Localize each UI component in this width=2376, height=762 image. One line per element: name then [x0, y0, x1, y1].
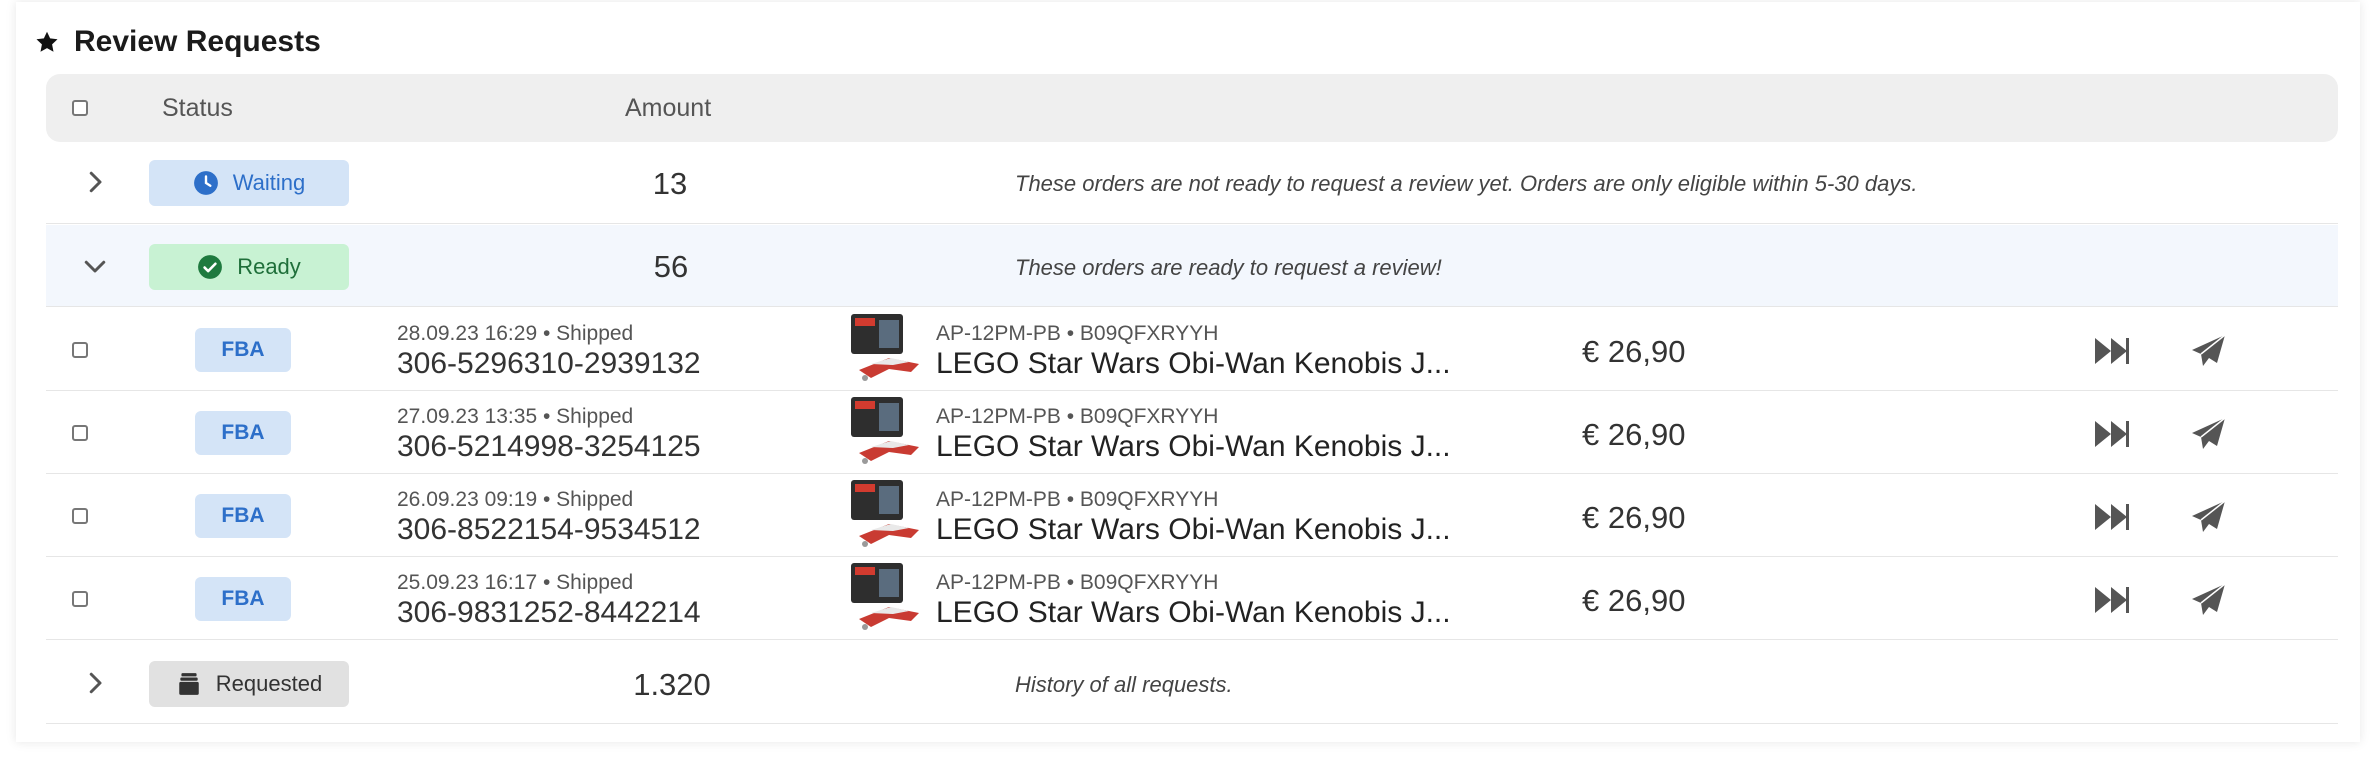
order-date: 27.09.23 13:35	[397, 405, 538, 428]
sku-asin: AP-12PM-PB • B09QFXRYYH	[936, 571, 1219, 594]
column-header-status: Status	[162, 94, 233, 122]
status-badge-ready: Ready	[149, 244, 349, 290]
price: € 26,90	[1582, 334, 1686, 369]
send-icon[interactable]	[2190, 334, 2228, 368]
product-thumbnail	[851, 563, 919, 630]
channel-badge: FBA	[195, 577, 291, 621]
chevron-right-icon[interactable]	[80, 668, 110, 698]
check-circle-icon	[198, 255, 223, 279]
archive-icon	[179, 673, 199, 695]
status-label-waiting: Waiting	[232, 170, 306, 195]
sku-asin: AP-12PM-PB • B09QFXRYYH	[936, 488, 1219, 511]
note-ready: These orders are ready to request a revi…	[1015, 255, 1442, 280]
status-label-requested: Requested	[215, 671, 323, 696]
row-checkbox[interactable]	[72, 508, 88, 524]
send-icon[interactable]	[2190, 500, 2228, 534]
order-date: 28.09.23 16:29	[397, 322, 538, 345]
channel-badge: FBA	[195, 328, 291, 372]
amount-waiting: 13	[652, 166, 688, 201]
order-state: • Shipped	[542, 488, 634, 511]
row-checkbox[interactable]	[72, 591, 88, 607]
order-state: • Shipped	[542, 322, 634, 345]
send-icon[interactable]	[2190, 583, 2228, 617]
order-meta: 25.09.23 16:17 • Shipped	[397, 571, 633, 595]
channel-badge: FBA	[195, 411, 291, 455]
order-id[interactable]: 306-9831252-8442214	[397, 596, 701, 630]
amount-ready: 56	[653, 249, 689, 284]
column-header-amount: Amount	[625, 94, 712, 122]
status-badge-requested: Requested	[149, 661, 349, 707]
product-name[interactable]: LEGO Star Wars Obi-Wan Kenobis J...	[936, 347, 1451, 381]
order-id[interactable]: 306-8522154-9534512	[397, 513, 701, 547]
fast-forward-icon[interactable]	[2093, 417, 2131, 451]
clock-icon	[193, 171, 218, 195]
fast-forward-icon[interactable]	[2093, 583, 2131, 617]
product-thumbnail	[851, 314, 919, 381]
page-title: Review Requests	[34, 22, 321, 62]
product-name[interactable]: LEGO Star Wars Obi-Wan Kenobis J...	[936, 513, 1451, 547]
fast-forward-icon[interactable]	[2093, 334, 2131, 368]
select-all-checkbox[interactable]	[72, 100, 88, 116]
status-label-ready: Ready	[237, 254, 301, 279]
order-state: • Shipped	[542, 405, 634, 428]
order-meta: 28.09.23 16:29 • Shipped	[397, 322, 633, 346]
order-id[interactable]: 306-5296310-2939132	[397, 347, 701, 381]
fast-forward-icon[interactable]	[2093, 500, 2131, 534]
order-meta: 26.09.23 09:19 • Shipped	[397, 488, 633, 512]
order-date: 26.09.23 09:19	[397, 488, 538, 511]
note-waiting: These orders are not ready to request a …	[1015, 171, 1918, 196]
send-icon[interactable]	[2190, 417, 2228, 451]
product-thumbnail	[851, 480, 919, 547]
row-checkbox[interactable]	[72, 342, 88, 358]
amount-requested: 1.320	[633, 667, 711, 702]
sku-asin: AP-12PM-PB • B09QFXRYYH	[936, 322, 1219, 345]
price: € 26,90	[1582, 500, 1686, 535]
star-icon	[36, 31, 58, 52]
table-header	[46, 74, 2338, 142]
order-state: • Shipped	[542, 571, 634, 594]
chevron-right-icon[interactable]	[80, 167, 110, 197]
status-badge-waiting: Waiting	[149, 160, 349, 206]
order-id[interactable]: 306-5214998-3254125	[397, 430, 701, 464]
sku-asin: AP-12PM-PB • B09QFXRYYH	[936, 405, 1219, 428]
order-meta: 27.09.23 13:35 • Shipped	[397, 405, 633, 429]
product-thumbnail	[851, 397, 919, 464]
product-name[interactable]: LEGO Star Wars Obi-Wan Kenobis J...	[936, 430, 1451, 464]
row-checkbox[interactable]	[72, 425, 88, 441]
price: € 26,90	[1582, 417, 1686, 452]
price: € 26,90	[1582, 583, 1686, 618]
page-title-text: Review Requests	[74, 25, 321, 58]
channel-badge: FBA	[195, 494, 291, 538]
product-name[interactable]: LEGO Star Wars Obi-Wan Kenobis J...	[936, 596, 1451, 630]
note-requested: History of all requests.	[1015, 672, 1233, 697]
chevron-down-icon[interactable]	[80, 251, 110, 281]
order-date: 25.09.23 16:17	[397, 571, 538, 594]
